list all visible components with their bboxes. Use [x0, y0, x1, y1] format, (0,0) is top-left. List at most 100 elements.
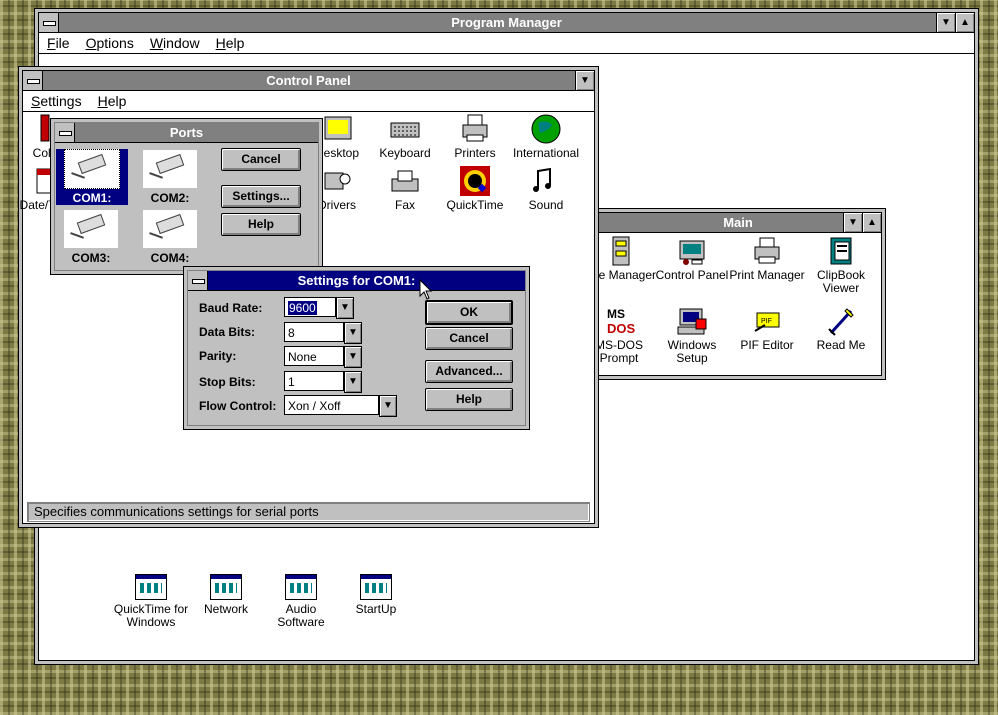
- program-group-icon: [210, 574, 242, 600]
- cp-icon-quicktime[interactable]: QuickTime: [435, 165, 515, 212]
- desktop-icon: [321, 113, 353, 145]
- parity-value: None: [288, 350, 317, 364]
- settings-titlebar[interactable]: Settings for COM1:: [188, 271, 525, 291]
- ok-button[interactable]: OK: [425, 300, 513, 325]
- menu-window[interactable]: Window: [142, 33, 208, 53]
- app-icon-read-me[interactable]: Read Me: [801, 305, 881, 352]
- serial-port-icon: [64, 149, 120, 189]
- system-menu-icon[interactable]: [23, 71, 43, 90]
- menu-settings[interactable]: Settings: [23, 91, 90, 111]
- minimize-icon[interactable]: ▼: [936, 13, 955, 32]
- cp-icon-sound[interactable]: Sound: [506, 165, 586, 212]
- app-icon-print-manager[interactable]: Print Manager: [727, 235, 807, 282]
- port-label: COM1:: [72, 191, 112, 205]
- port-com1[interactable]: COM1:: [56, 149, 128, 205]
- maximize-icon[interactable]: ▲: [862, 213, 881, 232]
- cancel-button[interactable]: Cancel: [221, 148, 301, 171]
- window-title: Program Manager: [451, 15, 562, 30]
- serial-port-icon: [142, 209, 198, 249]
- baud-rate-combo[interactable]: 9600 ▼: [284, 297, 354, 319]
- clipbook-icon: [825, 235, 857, 267]
- system-menu-icon[interactable]: [188, 271, 208, 290]
- settings-button[interactable]: Settings...: [221, 185, 301, 208]
- group-network[interactable]: Network: [186, 574, 266, 616]
- dropdown-arrow-icon[interactable]: ▼: [379, 395, 397, 417]
- windows-setup-icon: [676, 305, 708, 337]
- advanced-button[interactable]: Advanced...: [425, 360, 513, 383]
- main-titlebar[interactable]: Main ▼ ▲: [595, 213, 881, 233]
- dialog-title: Ports: [169, 125, 204, 140]
- flow-control-combo[interactable]: Xon / Xoff ▼: [284, 395, 397, 417]
- port-com2[interactable]: COM2:: [135, 149, 205, 205]
- group-audio-software[interactable]: Audio Software: [261, 574, 341, 629]
- fax-icon: [389, 165, 421, 197]
- window-title: Control Panel: [266, 73, 351, 88]
- cancel-button[interactable]: Cancel: [425, 327, 513, 350]
- app-icon-clipbook[interactable]: ClipBook Viewer: [801, 235, 881, 295]
- menu-file[interactable]: File: [39, 33, 78, 53]
- cp-icon-fax[interactable]: Fax: [365, 165, 445, 212]
- control-panel-menubar: Settings Help: [23, 91, 594, 112]
- minimize-icon[interactable]: ▼: [575, 71, 594, 90]
- flow-control-label: Flow Control:: [199, 399, 277, 413]
- baud-rate-value: 9600: [288, 301, 317, 315]
- serial-port-icon: [142, 149, 198, 189]
- group-label: Network: [203, 602, 248, 616]
- menu-options[interactable]: Options: [78, 33, 142, 53]
- system-menu-icon[interactable]: [39, 13, 59, 32]
- baud-rate-label: Baud Rate:: [199, 301, 263, 315]
- read-me-icon: [825, 305, 857, 337]
- icon-label: ClipBook Viewer: [816, 268, 866, 295]
- cp-icon-printers[interactable]: Printers: [435, 113, 515, 160]
- dropdown-arrow-icon[interactable]: ▼: [344, 346, 362, 368]
- stop-bits-label: Stop Bits:: [199, 375, 256, 389]
- icon-label: International: [512, 146, 580, 160]
- ports-titlebar[interactable]: Ports: [55, 123, 318, 143]
- print-manager-icon: [751, 235, 783, 267]
- cp-icon-international[interactable]: International: [506, 113, 586, 160]
- system-menu-icon[interactable]: [55, 123, 75, 142]
- port-label: COM2:: [150, 191, 190, 205]
- ports-dialog: Ports COM1: COM2: COM3: COM4: Cancel Set…: [50, 118, 323, 275]
- port-com4[interactable]: COM4:: [135, 209, 205, 265]
- icon-label: Print Manager: [729, 268, 805, 282]
- port-com3[interactable]: COM3:: [56, 209, 126, 265]
- program-manager-titlebar[interactable]: Program Manager ▼ ▲: [39, 13, 974, 33]
- control-panel-titlebar[interactable]: Control Panel ▼: [23, 71, 594, 91]
- stop-bits-combo[interactable]: 1 ▼: [284, 371, 362, 393]
- minimize-icon[interactable]: ▼: [843, 213, 862, 232]
- icon-label: Sound: [528, 198, 564, 212]
- sound-icon: [530, 165, 562, 197]
- help-button[interactable]: Help: [425, 388, 513, 411]
- help-button[interactable]: Help: [221, 213, 301, 236]
- serial-port-icon: [63, 209, 119, 249]
- dropdown-arrow-icon[interactable]: ▼: [336, 297, 354, 319]
- control-panel-icon: [676, 235, 708, 267]
- group-quicktime[interactable]: QuickTime for Windows: [111, 574, 191, 629]
- port-label: COM3:: [71, 251, 111, 265]
- parity-combo[interactable]: None ▼: [284, 346, 362, 368]
- program-group-icon: [285, 574, 317, 600]
- data-bits-combo[interactable]: 8 ▼: [284, 322, 362, 344]
- group-label: StartUp: [355, 602, 397, 616]
- data-bits-value: 8: [288, 326, 295, 340]
- icon-label: Printers: [454, 146, 496, 160]
- icon-label: MS-DOS Prompt: [595, 338, 643, 365]
- dropdown-arrow-icon[interactable]: ▼: [344, 371, 362, 393]
- app-icon-windows-setup[interactable]: Windows Setup: [652, 305, 732, 365]
- cp-icon-keyboard[interactable]: Keyboard: [365, 113, 445, 160]
- app-icon-pif-editor[interactable]: PIF PIF Editor: [727, 305, 807, 352]
- status-bar: Specifies communications settings for se…: [27, 502, 590, 522]
- dropdown-arrow-icon[interactable]: ▼: [344, 322, 362, 344]
- menu-help[interactable]: Help: [90, 91, 135, 111]
- data-bits-label: Data Bits:: [199, 325, 256, 339]
- icon-label: Control Panel: [655, 268, 729, 282]
- group-startup[interactable]: StartUp: [336, 574, 416, 616]
- icon-label: QuickTime: [446, 198, 504, 212]
- maximize-icon[interactable]: ▲: [955, 13, 974, 32]
- app-icon-control-panel[interactable]: Control Panel: [652, 235, 732, 282]
- msdos-icon: MS DOS: [603, 305, 636, 337]
- menu-help[interactable]: Help: [208, 33, 253, 53]
- svg-text:MS: MS: [607, 307, 625, 321]
- pif-editor-icon: PIF: [751, 305, 783, 337]
